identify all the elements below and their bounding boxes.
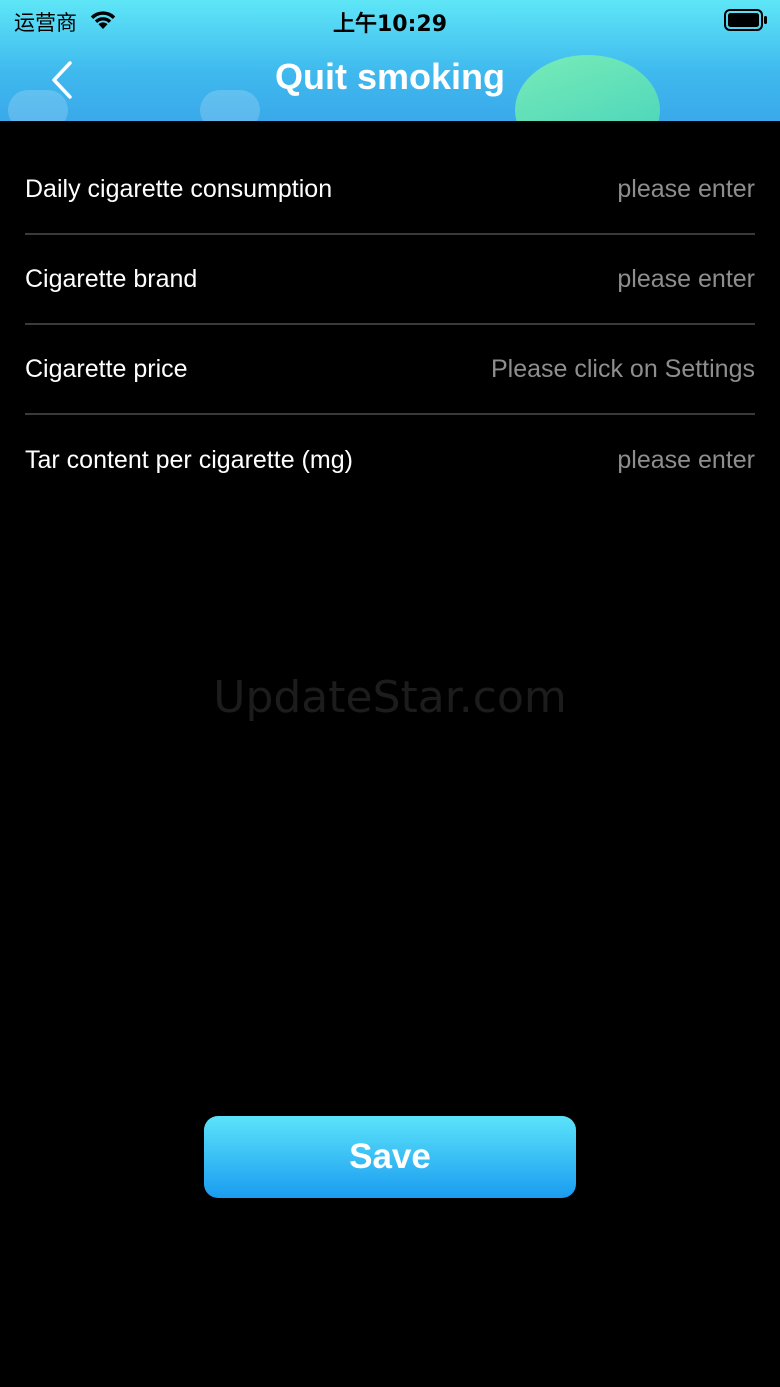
tar-content-label: Tar content per cigarette (mg) bbox=[25, 445, 353, 474]
status-time: 上午10:29 bbox=[332, 12, 448, 37]
status-bar: 运营商 上午10:29 bbox=[0, 0, 780, 40]
page-title: Quit smoking bbox=[274, 56, 505, 97]
brand-label: Cigarette brand bbox=[25, 264, 198, 293]
watermark: UpdateStar.com bbox=[213, 672, 567, 723]
battery-icon bbox=[724, 9, 768, 36]
brand-input[interactable] bbox=[415, 264, 755, 294]
form-row-daily-consumption: Daily cigarette consumption bbox=[25, 145, 755, 235]
tar-content-input[interactable] bbox=[415, 445, 755, 475]
form-row-price[interactable]: Cigarette price bbox=[25, 325, 755, 415]
price-input[interactable] bbox=[415, 354, 755, 384]
nav-header: 运营商 上午10:29 Quit smoking bbox=[0, 0, 780, 121]
price-label: Cigarette price bbox=[25, 354, 188, 383]
daily-consumption-input[interactable] bbox=[415, 174, 755, 204]
save-button[interactable]: Save bbox=[204, 1116, 576, 1198]
daily-consumption-label: Daily cigarette consumption bbox=[25, 174, 333, 203]
form-row-tar-content: Tar content per cigarette (mg) bbox=[25, 415, 755, 505]
form-row-brand: Cigarette brand bbox=[25, 235, 755, 325]
settings-form: Daily cigarette consumption Cigarette br… bbox=[25, 145, 755, 505]
